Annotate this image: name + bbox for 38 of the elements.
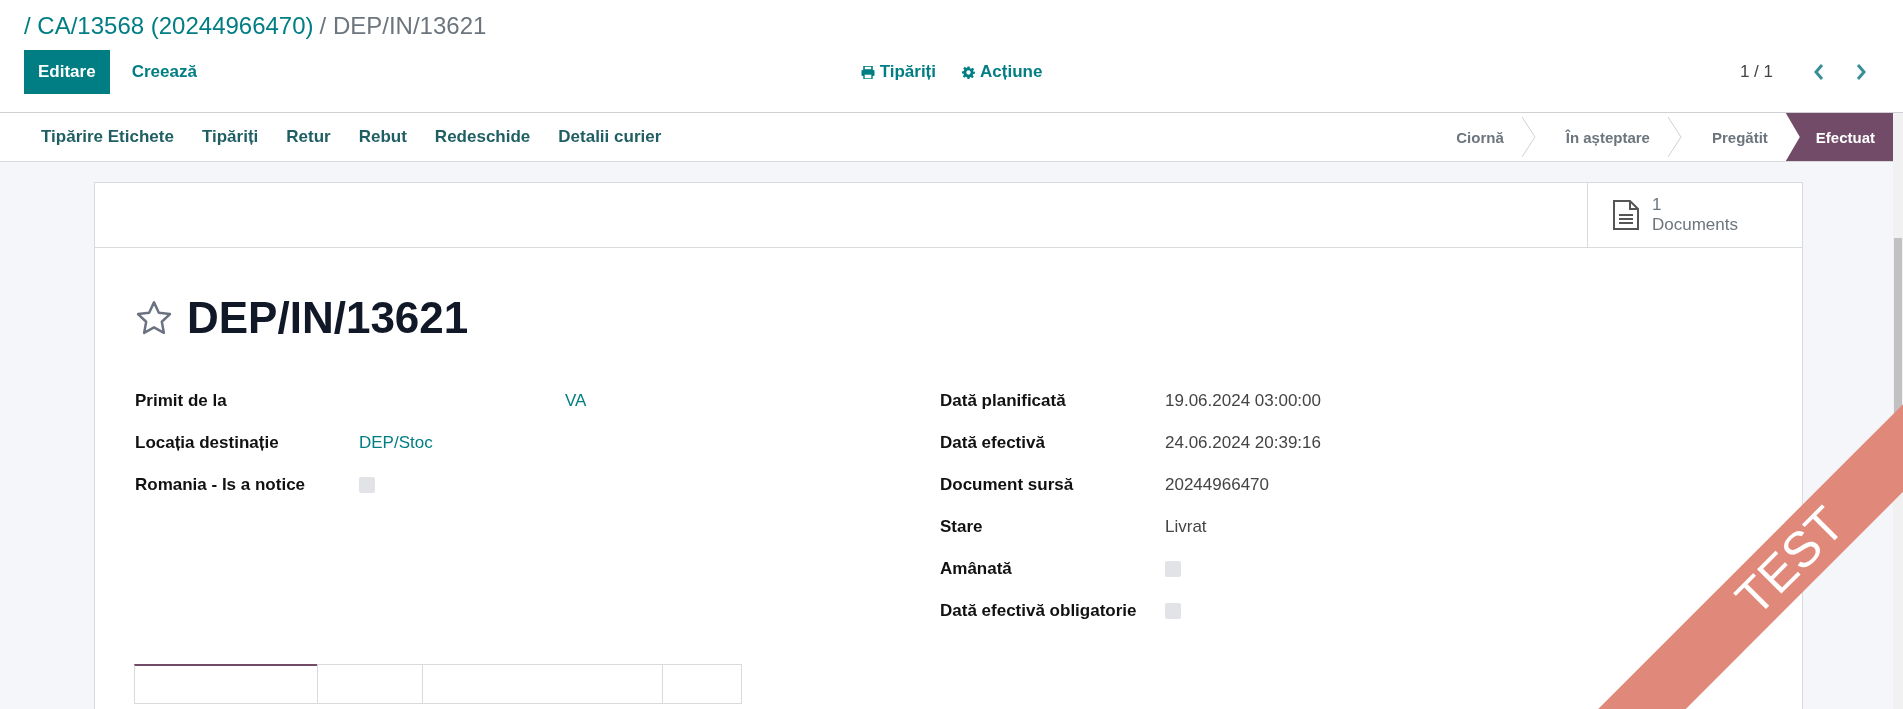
record-title: DEP/IN/13621 bbox=[187, 293, 469, 343]
field-value: Livrat bbox=[1165, 516, 1208, 538]
header-button[interactable]: Retur bbox=[272, 113, 345, 161]
edit-button[interactable]: Editare bbox=[24, 50, 110, 94]
field-label: Romania - Is a notice bbox=[135, 474, 307, 496]
create-button[interactable]: Creează bbox=[117, 50, 211, 94]
action-button[interactable]: Tipăriți bbox=[860, 62, 936, 82]
header-button[interactable]: Detalii curier bbox=[544, 113, 676, 161]
breadcrumb-item[interactable]: / CA/13568 (20244966470) bbox=[24, 12, 314, 40]
field-label: Stare bbox=[940, 516, 984, 538]
breadcrumb-item: / DEP/IN/13621 bbox=[319, 12, 487, 40]
field-value: 19.06.2024 03:00:00 bbox=[1165, 390, 1322, 412]
field-label: Dată planificată bbox=[940, 390, 1067, 412]
field-label: Dată efectivă obligatorie bbox=[940, 600, 1138, 622]
field-label: Document sursă bbox=[940, 474, 1075, 496]
checkbox[interactable] bbox=[1165, 561, 1181, 577]
field-label: Primit de la bbox=[135, 390, 228, 412]
field-label: Dată efectivă bbox=[940, 432, 1046, 454]
field-link[interactable]: VA bbox=[565, 390, 940, 412]
pager-value: 1 / 1 bbox=[1739, 62, 1773, 82]
star-icon[interactable] bbox=[135, 300, 173, 336]
field-label: Locația destinație bbox=[135, 432, 280, 454]
gear-icon bbox=[962, 65, 975, 79]
status-stage[interactable]: Efectuat bbox=[1785, 113, 1893, 161]
header-button[interactable]: Rebut bbox=[344, 113, 421, 161]
checkbox[interactable] bbox=[1165, 603, 1181, 619]
field-value: 24.06.2024 20:39:16 bbox=[1165, 432, 1322, 454]
field-link[interactable]: DEP/Stoc bbox=[359, 432, 940, 454]
header-button[interactable]: Redeschide bbox=[420, 113, 545, 161]
header-button[interactable]: Tipărire Etichete bbox=[24, 113, 188, 161]
field-value: 20244966470 bbox=[1165, 474, 1270, 496]
header-button[interactable]: Tipăriți bbox=[187, 113, 273, 161]
document-icon bbox=[1612, 199, 1640, 231]
action-button[interactable]: Acțiune bbox=[962, 62, 1043, 82]
field-label: Amânată bbox=[940, 558, 1013, 580]
checkbox[interactable] bbox=[359, 477, 375, 493]
printer-icon bbox=[860, 65, 875, 79]
notebook-tab[interactable] bbox=[134, 664, 318, 704]
